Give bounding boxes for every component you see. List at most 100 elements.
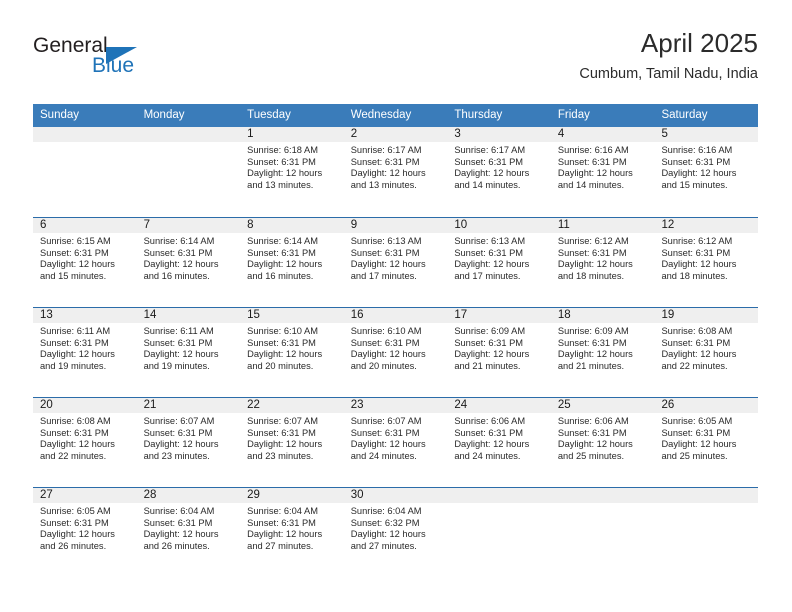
daylight-text-line1: Daylight: 12 hours — [40, 439, 115, 450]
sunrise-text: Sunrise: 6:04 AM — [143, 506, 215, 516]
daylight-text-line1: Daylight: 12 hours — [350, 259, 426, 270]
calendar-day-cell-empty — [551, 488, 655, 577]
calendar-day-cell[interactable]: 10 Sunrise: 6:13 AM Sunset: 6:31 PM Dayligh… — [447, 218, 551, 307]
calendar-day-cell[interactable]: 19 Sunrise: 6:08 AM Sunset: 6:31 PM Dayligh… — [654, 308, 758, 397]
sunrise-text: Sunrise: 6:13 AM — [350, 236, 422, 246]
day-number: 11 — [557, 219, 570, 231]
calendar-day-cell[interactable]: 23 Sunrise: 6:07 AM Sunset: 6:31 PM Dayligh… — [344, 398, 448, 487]
daylight-text-line2: and 13 minutes. — [247, 180, 314, 191]
sunrise-text: Sunrise: 6:12 AM — [661, 236, 733, 246]
daylight-text-line1: Daylight: 12 hours — [661, 168, 737, 179]
daylight-text-line2: and 14 minutes. — [454, 180, 521, 191]
daylight-text-line2: and 17 minutes. — [350, 271, 417, 282]
calendar-day-cell[interactable]: 9 Sunrise: 6:13 AM Sunset: 6:31 PM Daylight… — [344, 218, 448, 307]
daylight-text-line1: Daylight: 12 hours — [143, 349, 219, 360]
daylight-text-line2: and 27 minutes. — [247, 541, 314, 552]
day-number: 1 — [247, 128, 254, 140]
calendar-weeks: 1 Sunrise: 6:18 AM Sunset: 6:31 PM Daylight… — [33, 127, 758, 577]
daylight-text-line1: Daylight: 12 hours — [454, 259, 530, 270]
week-cells: 13 Sunrise: 6:11 AM Sunset: 6:31 PM Dayligh… — [33, 308, 758, 397]
daylight-text-line2: and 19 minutes. — [40, 361, 107, 372]
calendar-day-cell[interactable]: 20 Sunrise: 6:08 AM Sunset: 6:31 PM Dayligh… — [33, 398, 137, 487]
weekday-header-thursday: Thursday — [454, 109, 503, 121]
calendar-day-cell[interactable]: 30 Sunrise: 6:04 AM Sunset: 6:32 PM Dayligh… — [344, 488, 448, 577]
daylight-text-line2: and 25 minutes. — [661, 451, 728, 462]
calendar-day-cell[interactable]: 29 Sunrise: 6:04 AM Sunset: 6:31 PM Dayligh… — [240, 488, 344, 577]
weekday-header-sunday: Sunday — [40, 109, 80, 121]
daylight-text-line2: and 26 minutes. — [40, 541, 107, 552]
daylight-text-line1: Daylight: 12 hours — [661, 259, 737, 270]
week-cells: 20 Sunrise: 6:08 AM Sunset: 6:31 PM Dayligh… — [33, 398, 758, 487]
daylight-text-line1: Daylight: 12 hours — [40, 259, 115, 270]
sunset-text: Sunset: 6:31 PM — [661, 427, 731, 438]
calendar-day-cell[interactable]: 25 Sunrise: 6:06 AM Sunset: 6:31 PM Dayligh… — [551, 398, 655, 487]
day-number: 7 — [143, 219, 150, 231]
calendar-day-cell[interactable]: 17 Sunrise: 6:09 AM Sunset: 6:31 PM Dayligh… — [447, 308, 551, 397]
calendar-week-row: 20 Sunrise: 6:08 AM Sunset: 6:31 PM Dayligh… — [33, 397, 758, 487]
calendar-day-cell[interactable]: 21 Sunrise: 6:07 AM Sunset: 6:31 PM Dayligh… — [137, 398, 241, 487]
sunset-text: Sunset: 6:31 PM — [143, 517, 213, 528]
calendar-day-cell[interactable]: 2 Sunrise: 6:17 AM Sunset: 6:31 PM Daylight… — [344, 127, 448, 217]
calendar-day-cell-empty — [137, 127, 241, 217]
daylight-text-line1: Daylight: 12 hours — [350, 529, 426, 540]
calendar-day-cell[interactable]: 22 Sunrise: 6:07 AM Sunset: 6:31 PM Dayligh… — [240, 398, 344, 487]
calendar-day-cell[interactable]: 16 Sunrise: 6:10 AM Sunset: 6:31 PM Dayligh… — [344, 308, 448, 397]
weekday-header-wednesday: Wednesday — [350, 109, 412, 121]
day-detail: Sunrise: 6:16 AM Sunset: 6:31 PM Daylight:… — [661, 145, 752, 192]
day-number: 15 — [247, 309, 260, 321]
day-number: 13 — [40, 309, 53, 321]
weekday-header-row: Sunday Monday Tuesday Wednesday Thursday… — [33, 104, 758, 127]
calendar-day-cell[interactable]: 1 Sunrise: 6:18 AM Sunset: 6:31 PM Daylight… — [240, 127, 344, 217]
calendar-day-cell[interactable]: 26 Sunrise: 6:05 AM Sunset: 6:31 PM Dayligh… — [654, 398, 758, 487]
sunrise-text: Sunrise: 6:07 AM — [143, 416, 215, 426]
calendar-day-cell[interactable]: 12 Sunrise: 6:12 AM Sunset: 6:31 PM Dayligh… — [654, 218, 758, 307]
day-detail: Sunrise: 6:11 AM Sunset: 6:31 PM Daylight:… — [40, 326, 131, 373]
calendar-day-cell[interactable]: 14 Sunrise: 6:11 AM Sunset: 6:31 PM Dayligh… — [137, 308, 241, 397]
sunset-text: Sunset: 6:31 PM — [40, 247, 109, 258]
calendar-day-cell[interactable]: 24 Sunrise: 6:06 AM Sunset: 6:31 PM Dayligh… — [447, 398, 551, 487]
day-detail: Sunrise: 6:08 AM Sunset: 6:31 PM Daylight:… — [40, 416, 131, 463]
calendar-day-cell[interactable]: 8 Sunrise: 6:14 AM Sunset: 6:31 PM Daylight… — [240, 218, 344, 307]
sunset-text: Sunset: 6:31 PM — [350, 427, 420, 438]
day-detail: Sunrise: 6:07 AM Sunset: 6:31 PM Daylight:… — [144, 416, 235, 463]
sunset-text: Sunset: 6:31 PM — [40, 517, 109, 528]
calendar-day-cell[interactable]: 4 Sunrise: 6:16 AM Sunset: 6:31 PM Daylight… — [551, 127, 655, 217]
sunset-text: Sunset: 6:31 PM — [557, 156, 627, 167]
calendar-day-cell[interactable]: 11 Sunrise: 6:12 AM Sunset: 6:31 PM Dayligh… — [551, 218, 655, 307]
day-number: 17 — [454, 309, 468, 321]
calendar-day-cell[interactable]: 15 Sunrise: 6:10 AM Sunset: 6:31 PM Dayligh… — [240, 308, 344, 397]
day-detail: Sunrise: 6:05 AM Sunset: 6:31 PM Daylight:… — [40, 506, 131, 553]
daylight-text-line1: Daylight: 12 hours — [454, 439, 530, 450]
daylight-text-line1: Daylight: 12 hours — [454, 349, 530, 360]
sunset-text: Sunset: 6:31 PM — [454, 247, 524, 258]
daylight-text-line2: and 17 minutes. — [454, 271, 521, 282]
calendar-day-cell[interactable]: 13 Sunrise: 6:11 AM Sunset: 6:31 PM Dayligh… — [33, 308, 137, 397]
day-detail: Sunrise: 6:17 AM Sunset: 6:31 PM Daylight:… — [454, 145, 545, 192]
calendar-day-cell[interactable]: 18 Sunrise: 6:09 AM Sunset: 6:31 PM Dayligh… — [551, 308, 655, 397]
calendar-day-cell[interactable]: 28 Sunrise: 6:04 AM Sunset: 6:31 PM Dayligh… — [137, 488, 241, 577]
calendar-day-cell[interactable]: 7 Sunrise: 6:14 AM Sunset: 6:31 PM Daylight… — [137, 218, 241, 307]
day-detail: Sunrise: 6:07 AM Sunset: 6:31 PM Daylight:… — [247, 416, 338, 463]
sunset-text: Sunset: 6:31 PM — [247, 247, 316, 258]
day-detail: Sunrise: 6:05 AM Sunset: 6:31 PM Daylight:… — [661, 416, 752, 463]
daylight-text-line1: Daylight: 12 hours — [557, 439, 633, 450]
calendar-day-cell[interactable]: 6 Sunrise: 6:15 AM Sunset: 6:31 PM Daylight… — [33, 218, 137, 307]
sunrise-text: Sunrise: 6:07 AM — [247, 416, 318, 426]
day-detail: Sunrise: 6:11 AM Sunset: 6:31 PM Daylight:… — [144, 326, 235, 373]
calendar-grid: Sunday Monday Tuesday Wednesday Thursday… — [33, 104, 758, 577]
calendar-day-cell[interactable]: 3 Sunrise: 6:17 AM Sunset: 6:31 PM Daylight… — [447, 127, 551, 217]
daylight-text-line1: Daylight: 12 hours — [350, 439, 426, 450]
calendar-day-cell[interactable]: 27 Sunrise: 6:05 AM Sunset: 6:31 PM Dayligh… — [33, 488, 137, 577]
calendar-day-cell-empty — [447, 488, 551, 577]
calendar-day-cell[interactable]: 5 Sunrise: 6:16 AM Sunset: 6:31 PM Daylight… — [654, 127, 758, 217]
sunset-text: Sunset: 6:31 PM — [557, 337, 627, 348]
daylight-text-line2: and 21 minutes. — [454, 361, 521, 372]
sunrise-text: Sunrise: 6:04 AM — [350, 506, 422, 516]
title-block: April 2025 Cumbum, Tamil Nadu, India — [579, 28, 758, 83]
brand-logo[interactable]: General Blue — [33, 34, 213, 86]
calendar-week-row: 27 Sunrise: 6:05 AM Sunset: 6:31 PM Dayligh… — [33, 487, 758, 577]
sunset-text: Sunset: 6:31 PM — [247, 156, 316, 167]
page-title: April 2025 — [640, 28, 758, 58]
daylight-text-line1: Daylight: 12 hours — [454, 168, 530, 179]
day-detail: Sunrise: 6:18 AM Sunset: 6:31 PM Daylight:… — [247, 145, 338, 192]
